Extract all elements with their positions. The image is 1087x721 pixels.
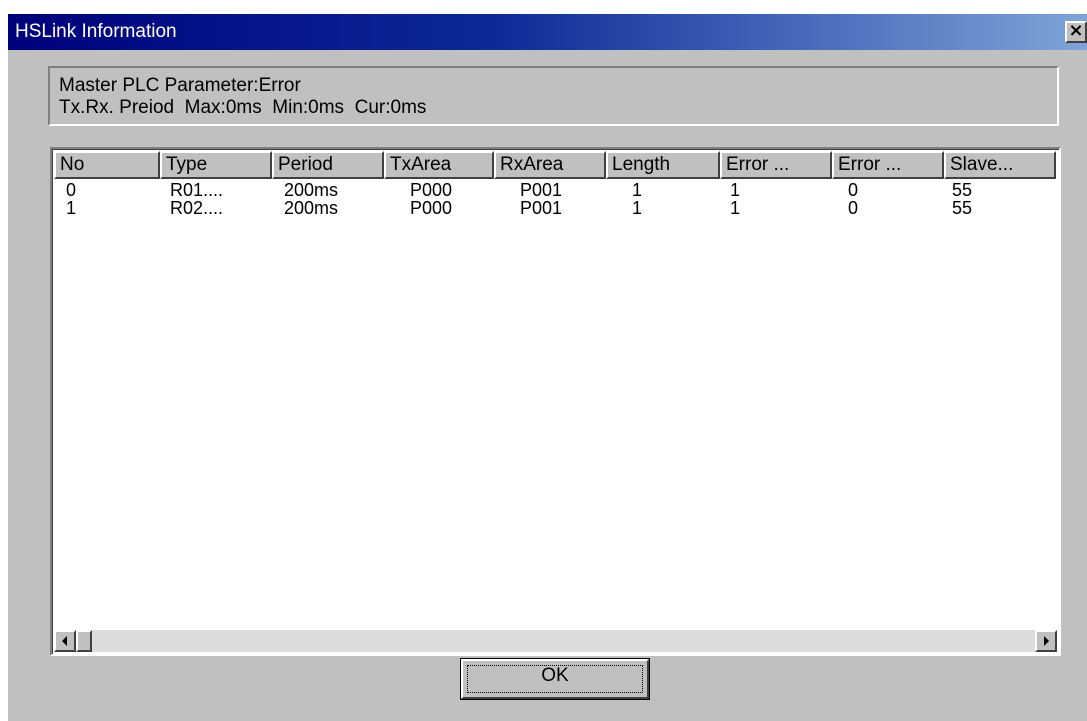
cell-txarea: P000 (410, 180, 453, 200)
table-row[interactable]: 0 R01.... 200ms P000 P001 1 1 0 55 (54, 180, 1059, 200)
cell-slave: 55 (952, 198, 973, 218)
cell-period: 200ms (284, 180, 339, 200)
cell-rxarea: P001 (520, 198, 563, 218)
hslink-list-view[interactable]: No Type Period TxArea RxArea Length Erro… (50, 147, 1061, 656)
cell-period: 200ms (284, 198, 339, 218)
column-header-rxarea[interactable]: RxArea (494, 151, 606, 179)
cell-no: 0 (66, 180, 77, 200)
column-header-slave[interactable]: Slave... (944, 151, 1056, 179)
column-header-length[interactable]: Length (606, 151, 720, 179)
cell-error-1: 1 (730, 198, 741, 218)
table-row[interactable]: 1 R02.... 200ms P000 P001 1 1 0 55 (54, 198, 1059, 218)
list-header: No Type Period TxArea RxArea Length Erro… (54, 151, 1059, 179)
title-bar[interactable]: HSLink Information × (8, 14, 1087, 50)
arrow-right-icon (1044, 636, 1049, 646)
arrow-left-icon (62, 636, 67, 646)
window-title: HSLink Information (15, 21, 177, 42)
txrx-period-text: Tx.Rx. Preiod Max:0ms Min:0ms Cur:0ms (59, 97, 427, 118)
cell-length: 1 (632, 180, 643, 200)
cell-slave: 55 (952, 180, 973, 200)
scroll-right-button[interactable] (1035, 630, 1057, 652)
column-header-error-2[interactable]: Error ... (832, 151, 944, 179)
hslink-information-dialog: HSLink Information × Master PLC Paramete… (8, 14, 1087, 721)
cell-type: R02.... (170, 198, 224, 218)
cell-error-1: 1 (730, 180, 741, 200)
master-plc-parameter-text: Master PLC Parameter:Error (59, 75, 301, 96)
cell-txarea: P000 (410, 198, 453, 218)
ok-button[interactable]: OK (460, 658, 650, 700)
cell-rxarea: P001 (520, 180, 563, 200)
scroll-left-button[interactable] (54, 630, 76, 652)
column-header-period[interactable]: Period (272, 151, 384, 179)
cell-length: 1 (632, 198, 643, 218)
cell-error-2: 0 (848, 180, 859, 200)
ok-button-label: OK (541, 665, 569, 686)
info-panel: Master PLC Parameter:Error Tx.Rx. Preiod… (48, 66, 1059, 126)
cell-error-2: 0 (848, 198, 859, 218)
column-header-type[interactable]: Type (160, 151, 272, 179)
cell-type: R01.... (170, 180, 224, 200)
horizontal-scrollbar[interactable] (54, 630, 1057, 652)
column-header-txarea[interactable]: TxArea (384, 151, 494, 179)
cell-no: 1 (66, 198, 77, 218)
close-button[interactable]: × (1065, 21, 1087, 43)
close-icon: × (1068, 20, 1084, 41)
column-header-no[interactable]: No (54, 151, 160, 179)
scrollbar-thumb[interactable] (76, 630, 92, 652)
column-header-error-1[interactable]: Error ... (720, 151, 832, 179)
